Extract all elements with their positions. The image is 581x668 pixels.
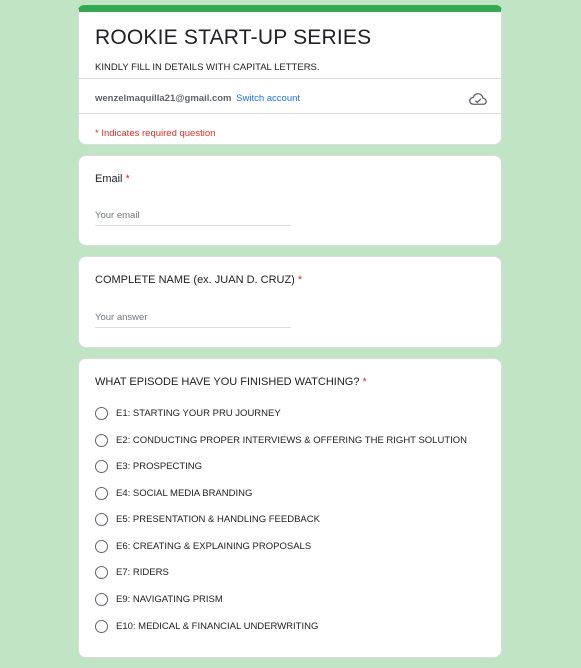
- episode-question-card: WHAT EPISODE HAVE YOU FINISHED WATCHING?…: [78, 358, 502, 658]
- episode-option-label: E6: CREATING & EXPLAINING PROPOSALS: [116, 541, 312, 552]
- episode-option-label: E9: NAVIGATING PRISM: [116, 594, 223, 605]
- form-title: ROOKIE START-UP SERIES: [95, 26, 372, 49]
- form-description: KINDLY FILL IN DETAILS WITH CAPITAL LETT…: [95, 62, 320, 73]
- episode-option[interactable]: E2: CONDUCTING PROPER INTERVIEWS & OFFER…: [95, 434, 467, 447]
- form-header-card: ROOKIE START-UP SERIES KINDLY FILL IN DE…: [78, 5, 502, 145]
- form-column: ROOKIE START-UP SERIES KINDLY FILL IN DE…: [78, 5, 502, 668]
- episode-option[interactable]: E7: RIDERS: [95, 566, 169, 579]
- radio-button[interactable]: [95, 513, 108, 526]
- account-email: wenzelmaquilla21@gmail.com: [95, 93, 232, 104]
- episode-option[interactable]: E4: SOCIAL MEDIA BRANDING: [95, 487, 252, 500]
- episode-option-label: E7: RIDERS: [116, 567, 169, 578]
- radio-button[interactable]: [95, 487, 108, 500]
- episode-option[interactable]: E3: PROSPECTING: [95, 460, 202, 473]
- radio-button[interactable]: [95, 434, 108, 447]
- episode-question-label: WHAT EPISODE HAVE YOU FINISHED WATCHING?: [95, 376, 360, 388]
- email-question-card: Email *: [78, 155, 502, 246]
- episode-option[interactable]: E9: NAVIGATING PRISM: [95, 593, 223, 606]
- name-input[interactable]: [95, 312, 291, 328]
- radio-button[interactable]: [95, 566, 108, 579]
- email-question-title: Email *: [95, 173, 130, 185]
- radio-button[interactable]: [95, 540, 108, 553]
- episode-question-title: WHAT EPISODE HAVE YOU FINISHED WATCHING?…: [95, 376, 367, 388]
- required-star: *: [297, 274, 303, 286]
- episode-option-label: E4: SOCIAL MEDIA BRANDING: [116, 488, 253, 499]
- radio-button[interactable]: [95, 460, 108, 473]
- account-divider: [79, 113, 501, 114]
- switch-account-link[interactable]: Switch account: [236, 93, 300, 104]
- required-star: *: [362, 376, 367, 388]
- radio-button[interactable]: [95, 593, 108, 606]
- cloud-saved-icon: [469, 93, 487, 105]
- required-note: * Indicates required question: [95, 128, 216, 139]
- episode-option[interactable]: E1: STARTING YOUR PRU JOURNEY: [95, 407, 281, 420]
- radio-button[interactable]: [95, 407, 108, 420]
- radio-button[interactable]: [95, 620, 108, 633]
- episode-option[interactable]: E6: CREATING & EXPLAINING PROPOSALS: [95, 540, 311, 553]
- episode-option-label: E1: STARTING YOUR PRU JOURNEY: [116, 408, 281, 419]
- name-question-title: COMPLETE NAME (ex. JUAN D. CRUZ) *: [95, 274, 302, 286]
- episode-option-label: E5: PRESENTATION & HANDLING FEEDBACK: [116, 514, 320, 525]
- episode-option[interactable]: E10: MEDICAL & FINANCIAL UNDERWRITING: [95, 620, 318, 633]
- required-star: *: [125, 173, 130, 185]
- email-question-label: Email: [95, 173, 123, 185]
- episode-option-label: E3: PROSPECTING: [116, 461, 203, 472]
- header-divider: [79, 78, 501, 79]
- episode-option-label: E2: CONDUCTING PROPER INTERVIEWS & OFFER…: [116, 435, 468, 446]
- account-row: wenzelmaquilla21@gmail.com Switch accoun…: [95, 93, 300, 104]
- name-question-card: COMPLETE NAME (ex. JUAN D. CRUZ) *: [78, 256, 502, 348]
- name-question-label: COMPLETE NAME (ex. JUAN D. CRUZ): [95, 274, 295, 286]
- email-input[interactable]: [95, 210, 291, 226]
- episode-option[interactable]: E5: PRESENTATION & HANDLING FEEDBACK: [95, 513, 320, 526]
- episode-option-label: E10: MEDICAL & FINANCIAL UNDERWRITING: [116, 621, 319, 632]
